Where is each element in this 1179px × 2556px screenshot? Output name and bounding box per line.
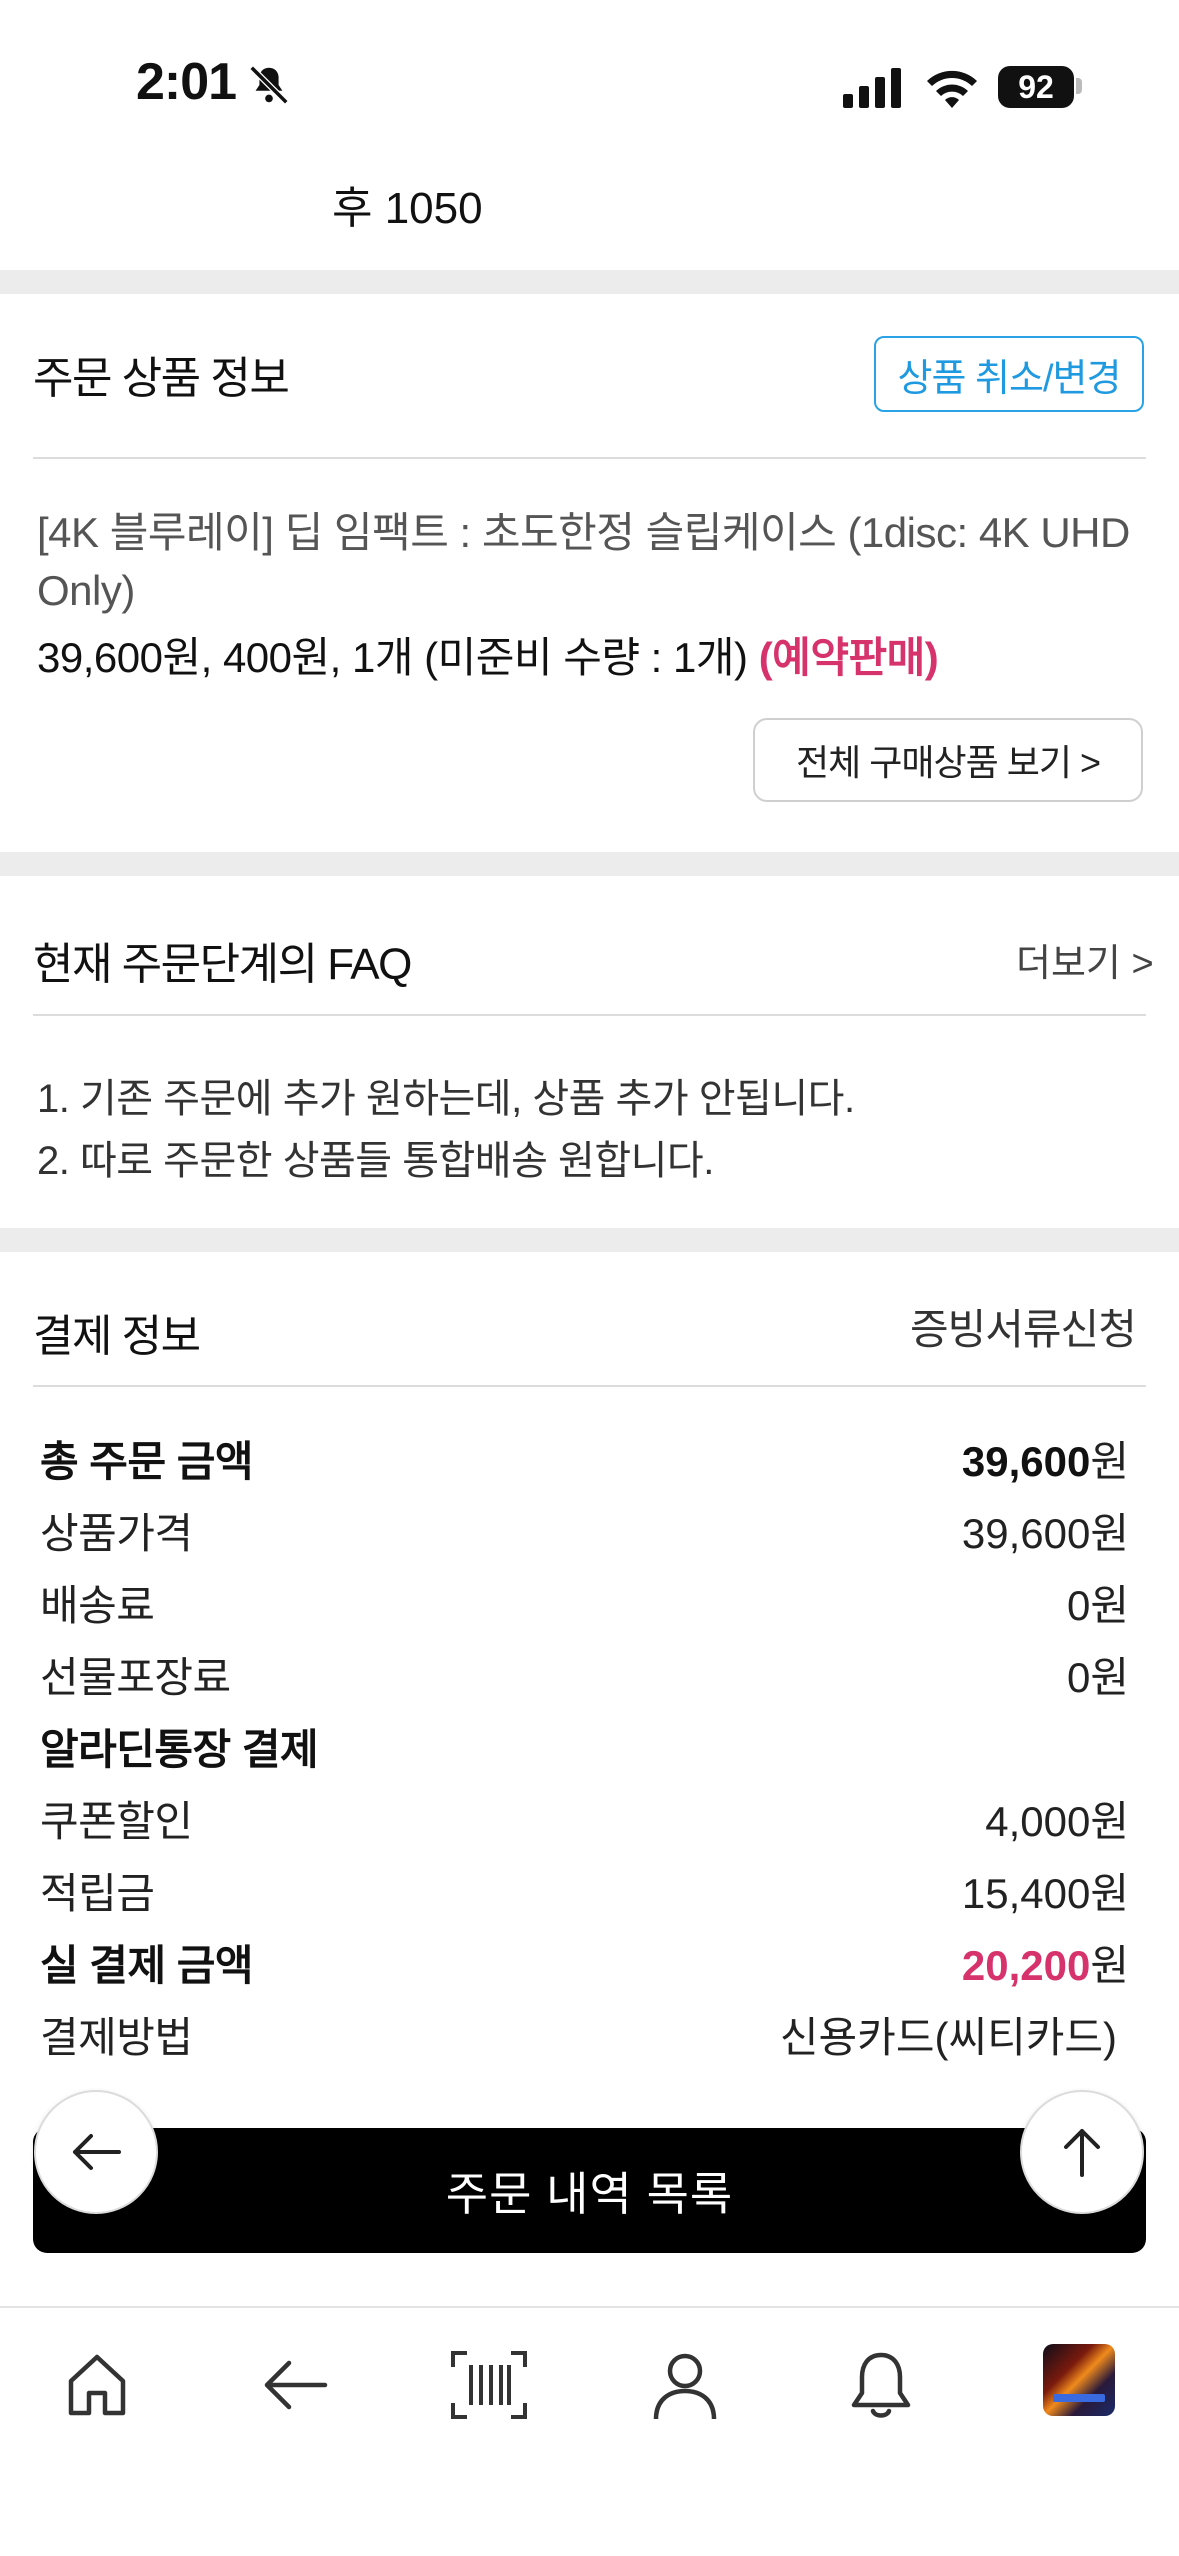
product-price-label: 상품가격 bbox=[40, 1510, 193, 1557]
battery-tip bbox=[1076, 78, 1082, 94]
bell-icon bbox=[851, 2352, 911, 2418]
price-text: 39,600원, 400원, 1개 (미준비 수량 : 1개) bbox=[37, 634, 748, 681]
aladin-account-payment-label: 알라딘통장 결제 bbox=[40, 1726, 319, 1773]
silent-bell-icon bbox=[249, 65, 289, 105]
back-floating-button[interactable] bbox=[34, 2090, 158, 2214]
view-all-products-button[interactable]: 전체 구매상품 보기 > bbox=[753, 718, 1143, 802]
barcode-scan-tab[interactable] bbox=[444, 2340, 534, 2430]
divider bbox=[33, 1014, 1146, 1016]
product-name[interactable]: [4K 블루레이] 딥 임팩트 : 초도한정 슬립케이스 (1disc: 4K … bbox=[37, 504, 1147, 620]
faq-item[interactable]: 2. 따로 주문한 상품들 통합배송 원합니다. bbox=[37, 1128, 714, 1186]
cancel-change-button[interactable]: 상품 취소/변경 bbox=[874, 336, 1144, 412]
reward-points-value: 15,400원 bbox=[961, 1870, 1129, 1917]
wifi-icon bbox=[927, 70, 977, 108]
coupon-discount-label: 쿠폰할인 bbox=[40, 1798, 193, 1845]
total-order-value: 39,600원 bbox=[961, 1438, 1129, 1485]
certificate-request-link[interactable]: 증빙서류신청 bbox=[910, 1296, 1137, 1357]
profile-icon bbox=[653, 2353, 717, 2420]
section-separator bbox=[0, 852, 1179, 876]
home-tab[interactable] bbox=[52, 2340, 142, 2430]
cellular-signal-icon bbox=[843, 68, 901, 108]
arrow-left-icon bbox=[73, 2134, 121, 2170]
faq-item[interactable]: 1. 기존 주문에 추가 원하는데, 상품 추가 안됩니다. bbox=[37, 1066, 855, 1124]
divider bbox=[33, 1385, 1146, 1387]
order-list-button[interactable]: 주문 내역 목록 bbox=[33, 2128, 1146, 2253]
section-separator bbox=[0, 1228, 1179, 1252]
top-partial-text: 후 1050 bbox=[332, 184, 483, 233]
back-tab[interactable] bbox=[250, 2340, 340, 2430]
total-order-label: 총 주문 금액 bbox=[40, 1438, 254, 1485]
product-price-line: 39,600원, 400원, 1개 (미준비 수량 : 1개) (예약판매) bbox=[37, 624, 939, 685]
battery-indicator: 92 bbox=[998, 66, 1074, 108]
section-separator bbox=[0, 270, 1179, 294]
coupon-discount-value: 4,000원 bbox=[985, 1798, 1129, 1845]
actual-payment-label: 실 결제 금액 bbox=[40, 1942, 254, 1989]
back-arrow-icon bbox=[264, 2360, 328, 2410]
gift-wrap-fee-value: 0원 bbox=[1067, 1654, 1129, 1701]
recent-product-thumbnail[interactable] bbox=[1043, 2344, 1115, 2416]
status-time: 2:01 bbox=[136, 53, 237, 111]
arrow-up-icon bbox=[1064, 2129, 1100, 2177]
order-product-title: 주문 상품 정보 bbox=[33, 354, 290, 403]
presale-badge: (예약판매) bbox=[758, 634, 939, 681]
divider bbox=[33, 457, 1146, 459]
notification-tab[interactable] bbox=[836, 2340, 926, 2430]
tabbar-divider bbox=[0, 2306, 1179, 2308]
shipping-fee-value: 0원 bbox=[1067, 1582, 1129, 1629]
profile-tab[interactable] bbox=[640, 2340, 730, 2430]
shipping-fee-label: 배송료 bbox=[40, 1582, 155, 1629]
home-icon bbox=[68, 2354, 126, 2416]
payment-method-value: 신용카드(씨티카드) bbox=[779, 2014, 1117, 2061]
payment-method-label: 결제방법 bbox=[40, 2014, 193, 2061]
actual-payment-value: 20,200원 bbox=[961, 1942, 1129, 1989]
reward-points-label: 적립금 bbox=[40, 1870, 155, 1917]
barcode-scan-icon bbox=[451, 2351, 527, 2419]
faq-more-link[interactable]: 더보기 > bbox=[1016, 932, 1154, 987]
payment-title: 결제 정보 bbox=[33, 1312, 201, 1361]
product-price-value: 39,600원 bbox=[961, 1510, 1129, 1557]
gift-wrap-fee-label: 선물포장료 bbox=[40, 1654, 231, 1701]
scroll-top-floating-button[interactable] bbox=[1020, 2090, 1144, 2214]
faq-title: 현재 주문단계의 FAQ bbox=[33, 940, 412, 989]
